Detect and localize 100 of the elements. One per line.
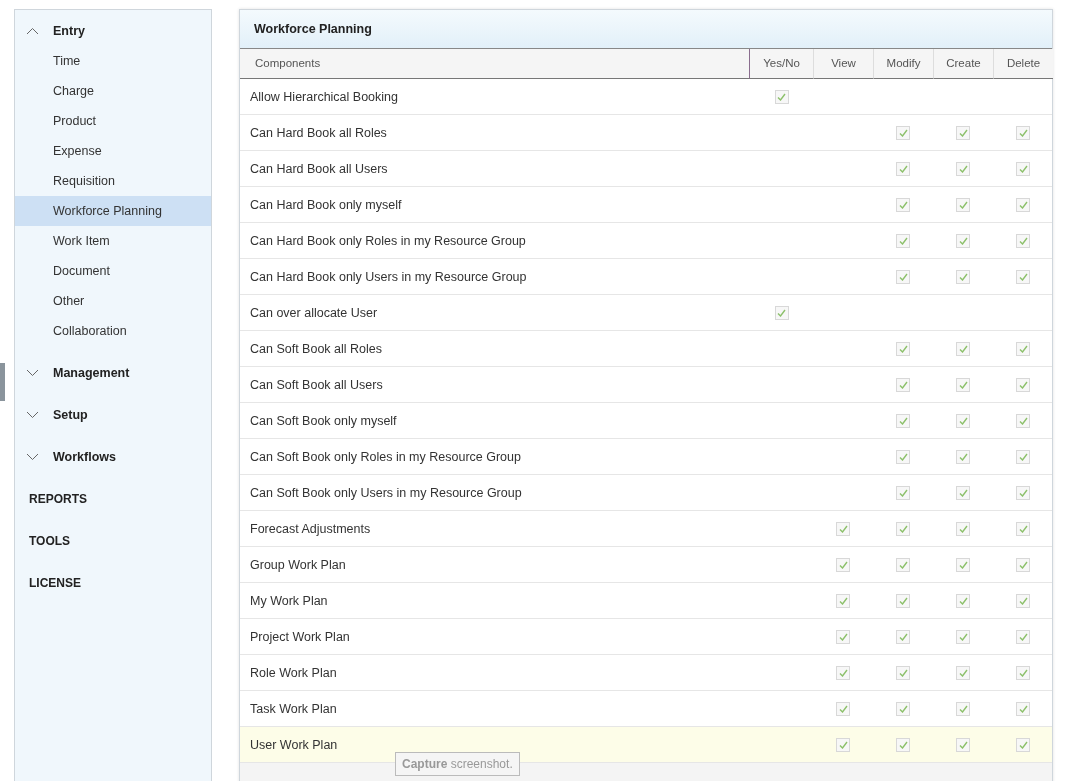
permission-checkbox[interactable] [1016,269,1030,284]
sidebar-group-header[interactable]: Setup [15,400,211,430]
sidebar-item[interactable]: Document [15,256,211,286]
permission-checkbox[interactable] [956,269,970,284]
chevron-down-icon[interactable] [26,369,39,377]
permission-checkbox[interactable] [1016,737,1030,752]
group-label: Workflows [53,450,116,464]
chevron-up-icon[interactable] [26,27,39,35]
permission-checkbox[interactable] [1016,341,1030,356]
column-header[interactable]: Yes/No [750,49,813,79]
permission-checkbox[interactable] [896,521,910,536]
permission-checkbox[interactable] [836,521,850,536]
chevron-down-icon[interactable] [26,411,39,419]
permission-checkbox[interactable] [896,341,910,356]
row-label: Project Work Plan [250,629,350,644]
permission-checkbox[interactable] [774,89,789,104]
permission-checkbox[interactable] [956,737,970,752]
permission-checkbox[interactable] [956,413,970,428]
permission-checkbox[interactable] [896,665,910,680]
permission-checkbox[interactable] [956,377,970,392]
permission-checkbox[interactable] [956,125,970,140]
permission-checkbox[interactable] [1016,629,1030,644]
column-header[interactable]: View [813,49,873,79]
permission-checkbox[interactable] [896,557,910,572]
sidebar-item[interactable]: Charge [15,76,211,106]
row-label: Can Soft Book all Users [250,377,383,392]
sidebar-section-link[interactable]: TOOLS [15,520,211,562]
sidebar-group-header[interactable]: Workflows [15,442,211,472]
permission-checkbox[interactable] [836,629,850,644]
sidebar-item[interactable]: Collaboration [15,316,211,346]
permission-checkbox[interactable] [956,233,970,248]
permission-checkbox[interactable] [956,341,970,356]
permission-checkbox[interactable] [1016,701,1030,716]
permission-checkbox[interactable] [956,557,970,572]
sidebar-group-header[interactable]: Entry [15,16,211,46]
permission-checkbox[interactable] [1016,233,1030,248]
permission-checkbox[interactable] [896,449,910,464]
column-header[interactable]: Create [933,49,993,79]
permission-checkbox[interactable] [956,701,970,716]
permission-checkbox[interactable] [1016,521,1030,536]
permission-checkbox[interactable] [1016,161,1030,176]
column-header[interactable]: Components [240,49,750,79]
permission-checkbox[interactable] [1016,485,1030,500]
row-label: Group Work Plan [250,557,346,572]
permission-checkbox[interactable] [896,269,910,284]
permission-checkbox[interactable] [836,593,850,608]
column-header[interactable]: Delete [993,49,1053,79]
permission-checkbox[interactable] [1016,449,1030,464]
collapse-handle[interactable] [0,363,5,401]
row-label: Can Soft Book only Roles in my Resource Group [250,449,521,464]
sidebar-item[interactable]: Workforce Planning [15,196,211,226]
sidebar-item[interactable]: Product [15,106,211,136]
row-label: Role Work Plan [250,665,337,680]
permission-checkbox[interactable] [896,701,910,716]
permission-checkbox[interactable] [896,161,910,176]
permission-checkbox[interactable] [774,305,789,320]
sidebar-item[interactable]: Other [15,286,211,316]
column-header[interactable]: Modify [873,49,933,79]
sidebar-group-header[interactable]: Management [15,358,211,388]
row-label: Can Hard Book all Users [250,161,388,176]
row-label: Can Hard Book all Roles [250,125,387,140]
permission-checkbox[interactable] [956,665,970,680]
permission-checkbox[interactable] [1016,593,1030,608]
sidebar-item[interactable]: Work Item [15,226,211,256]
permission-checkbox[interactable] [836,701,850,716]
group-label: Setup [53,408,88,422]
permission-checkbox[interactable] [896,125,910,140]
permission-checkbox[interactable] [836,665,850,680]
permission-checkbox[interactable] [896,233,910,248]
permission-checkbox[interactable] [896,737,910,752]
permission-checkbox[interactable] [836,737,850,752]
permission-checkbox[interactable] [896,629,910,644]
permission-checkbox[interactable] [1016,665,1030,680]
chevron-down-icon[interactable] [26,453,39,461]
row-label: Task Work Plan [250,701,337,716]
permission-checkbox[interactable] [956,485,970,500]
sidebar-item[interactable]: Time [15,46,211,76]
permission-checkbox[interactable] [896,413,910,428]
permission-checkbox[interactable] [1016,413,1030,428]
group-label: Management [53,366,130,380]
permission-checkbox[interactable] [896,485,910,500]
permission-checkbox[interactable] [956,593,970,608]
permission-checkbox[interactable] [956,629,970,644]
sidebar-section-link[interactable]: REPORTS [15,478,211,520]
panel-title: Workforce Planning [240,10,1052,49]
permission-checkbox[interactable] [896,197,910,212]
permission-checkbox[interactable] [1016,197,1030,212]
permission-checkbox[interactable] [896,593,910,608]
permission-checkbox[interactable] [896,377,910,392]
permission-checkbox[interactable] [956,161,970,176]
permission-checkbox[interactable] [956,521,970,536]
sidebar-section-link[interactable]: LICENSE [15,562,211,604]
permission-checkbox[interactable] [836,557,850,572]
permission-checkbox[interactable] [1016,125,1030,140]
permission-checkbox[interactable] [1016,557,1030,572]
sidebar-item[interactable]: Requisition [15,166,211,196]
sidebar-item[interactable]: Expense [15,136,211,166]
permission-checkbox[interactable] [1016,377,1030,392]
permission-checkbox[interactable] [956,197,970,212]
permission-checkbox[interactable] [956,449,970,464]
